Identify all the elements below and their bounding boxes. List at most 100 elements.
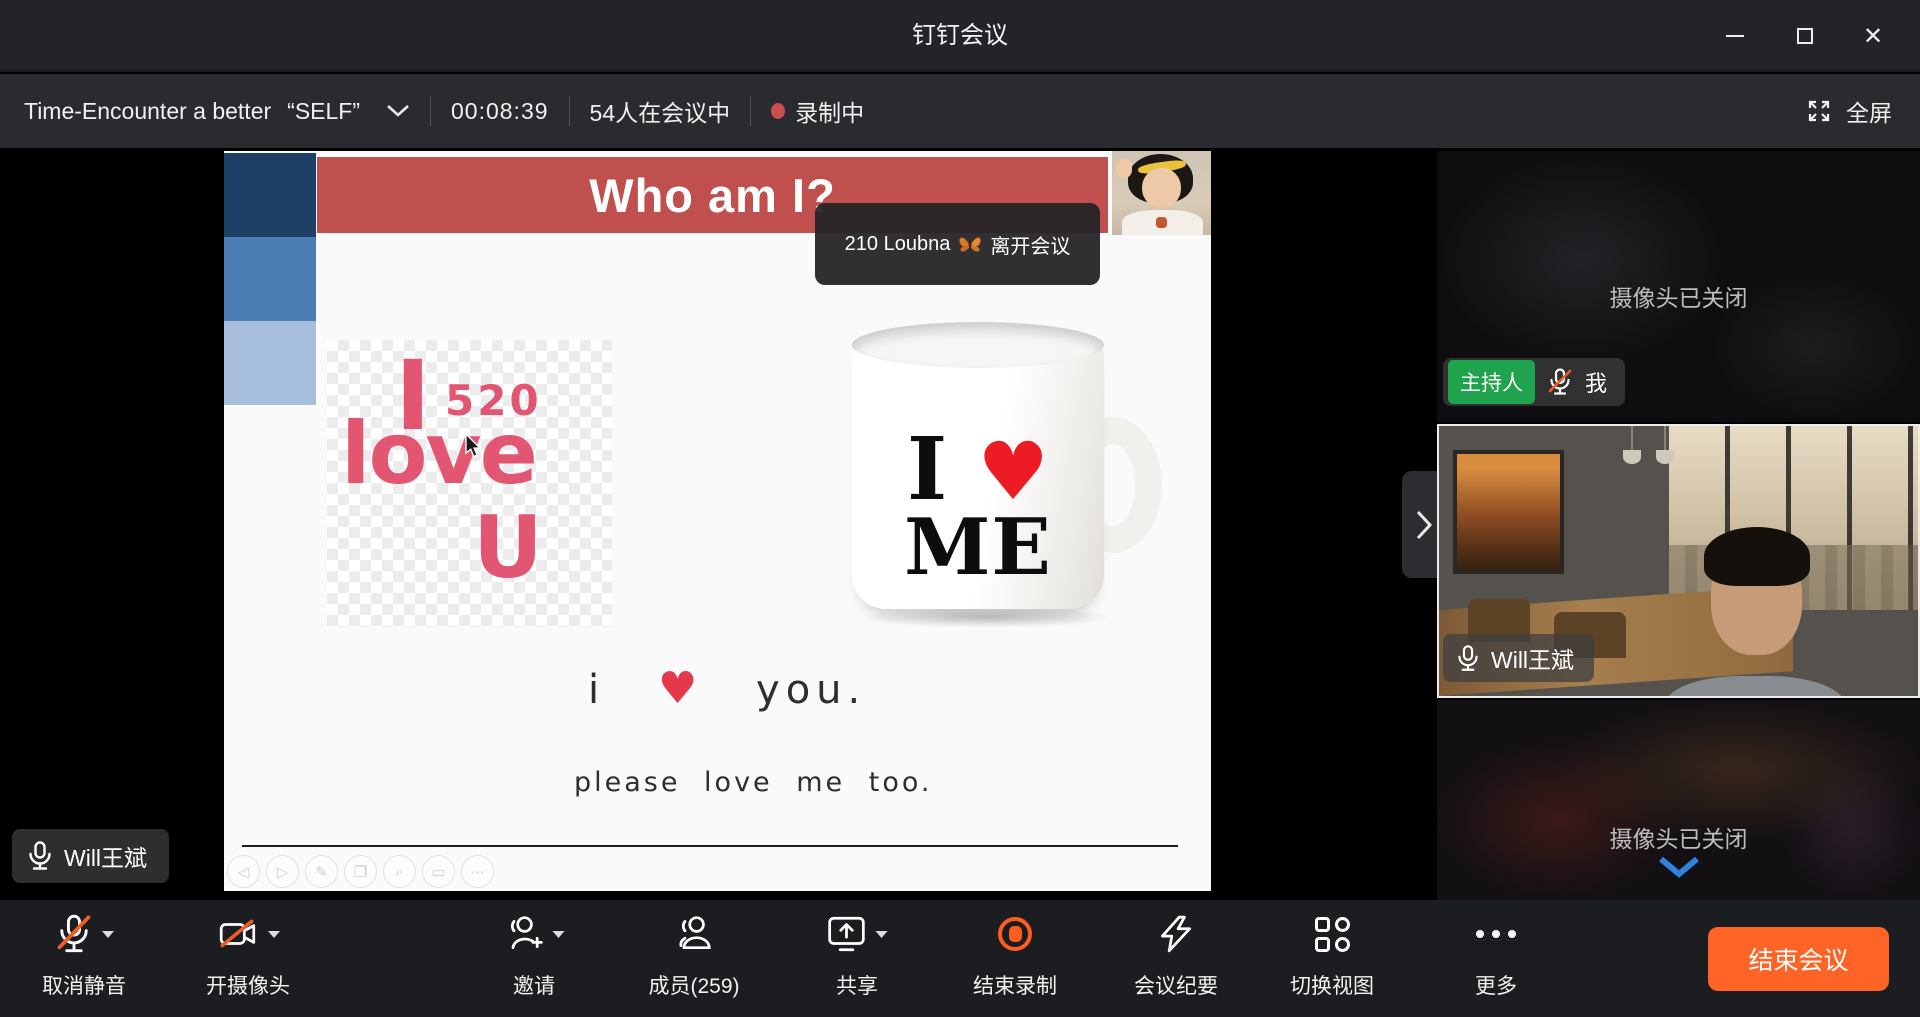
meeting-info-bar: Time-Encounter a better “SELF” 00:08:39 … [0,74,1920,148]
flash-minutes-icon [1156,915,1196,953]
fullscreen-button[interactable]: 全屏 [1806,94,1892,128]
microphone-muted-icon [55,914,93,954]
more-button[interactable]: 更多 [1475,900,1517,1017]
will-name: Will王斌 [1491,641,1574,675]
main-stage: Who am I? I 520 love U [0,148,1430,900]
end-meeting-button[interactable]: 结束会议 [1708,927,1889,991]
recording-status: 录制中 [771,94,864,128]
divider [750,96,751,126]
invite-person-icon [504,915,544,953]
divider [569,96,570,126]
fullscreen-expand-icon [1806,98,1832,124]
maximize-button[interactable] [1776,0,1834,72]
stop-recording-icon [998,917,1032,951]
love-love-text: love [341,404,536,504]
mug-me-text: ME [852,511,1104,585]
unmute-label: 取消静音 [42,970,126,1000]
mug-opening [852,322,1104,368]
i-love-me-mug-image: I ♥ ME [842,321,1166,634]
camera-on-button[interactable]: 开摄像头 [206,900,290,1017]
members-button[interactable]: 成员(259) [648,900,739,1017]
self-name: 我 [1585,366,1607,398]
slide-footer-line [242,845,1178,847]
meeting-title[interactable]: Time-Encounter a better [24,98,271,125]
minimize-icon [1726,35,1744,37]
share-screen-icon [827,915,867,953]
meeting-timer: 00:08:39 [451,98,549,125]
person-hair [1704,527,1810,586]
presenter-name-pill: Will王斌 [12,829,169,883]
share-button[interactable]: 共享 [827,900,888,1017]
caption-i-love-you: i ♥ you. [588,663,866,714]
wall-picture [1453,450,1563,574]
unmute-button[interactable]: 取消静音 [42,900,126,1017]
share-options-caret[interactable] [876,931,888,938]
invite-label: 邀请 [513,970,555,1000]
microphone-icon [1457,645,1479,672]
slideshow-pen-button[interactable]: ✎ [305,855,338,888]
maximize-icon [1797,28,1813,44]
caption-you: you. [756,667,866,713]
recording-label: 录制中 [795,94,864,128]
invite-button[interactable]: 邀请 [504,900,565,1017]
will-name-pill: Will王斌 [1443,634,1594,682]
camera-muted-icon [217,915,259,953]
stop-recording-button[interactable]: 结束录制 [973,900,1057,1017]
more-label: 更多 [1475,970,1517,1000]
mug-shadow [862,606,1112,628]
love-u-text: U [473,498,543,598]
camera-off-text: 摄像头已关闭 [1437,820,1920,854]
meeting-title-dropdown[interactable] [386,104,410,118]
members-label: 成员(259) [648,970,739,1000]
caption-heart-icon: ♥ [658,663,703,714]
switch-view-button[interactable]: 切换视图 [1290,900,1374,1017]
slide-title: Who am I? [589,168,836,223]
invite-options-caret[interactable] [553,931,565,938]
toast-action: 离开会议 [990,230,1070,259]
camera-options-caret[interactable] [268,931,280,938]
scroll-more-videos[interactable] [1437,855,1920,879]
close-button[interactable]: ✕ [1844,0,1902,72]
hanging-lamp [1631,426,1633,452]
camera-off-text: 摄像头已关闭 [1437,279,1920,313]
slide-deco-lightblue-square [224,321,316,405]
mouse-cursor [463,434,483,458]
microphone-muted-icon [1547,368,1573,396]
meeting-minutes-button[interactable]: 会议纪要 [1134,900,1218,1017]
slideshow-prev-button[interactable]: ◁ [227,855,260,888]
slideshow-more-button[interactable]: ⋯ [461,855,494,888]
microphone-icon [28,841,52,871]
video-tile-self[interactable]: 摄像头已关闭 主持人 我 [1437,151,1920,422]
chevron-down-icon [386,104,410,118]
video-tile-will[interactable]: Will王斌 [1437,424,1920,698]
stop-recording-label: 结束录制 [973,970,1057,1000]
person-video [1664,534,1846,698]
divider [430,96,431,126]
baby-photo [1112,151,1211,235]
baby-face [1142,168,1182,208]
meeting-title-quote[interactable]: “SELF” [287,98,360,125]
minutes-label: 会议纪要 [1134,970,1218,1000]
window-title: 钉钉会议 [0,0,1920,72]
title-bar: 钉钉会议 ✕ [0,0,1920,72]
toast-name: 210 Loubna [845,233,951,256]
caption-i: i [588,667,605,713]
hanging-lamp [1664,426,1666,464]
grid-view-icon [1315,917,1350,952]
slideshow-notes-button[interactable]: ▭ [422,855,455,888]
love-u-520-image: I 520 love U [327,340,612,627]
mic-options-caret[interactable] [102,931,114,938]
slideshow-next-button[interactable]: ▷ [266,855,299,888]
presenter-name: Will王斌 [64,839,147,873]
host-badge: 主持人 [1448,360,1535,404]
butterfly-icon [958,234,982,254]
baby-shirt-logo [1156,217,1168,229]
video-tile-other[interactable]: 摄像头已关闭 [1437,700,1920,900]
recording-dot-icon [771,103,785,119]
slideshow-slides-button[interactable]: ❐ [344,855,377,888]
slideshow-zoom-button[interactable]: ⌕ [383,855,416,888]
minimize-button[interactable] [1706,0,1764,72]
slide-deco-navy-square [224,153,316,237]
more-dots-icon [1476,930,1516,938]
dingtalk-meeting-window: 钉钉会议 ✕ Time-Encounter a better “SELF” 00… [0,0,1920,1017]
